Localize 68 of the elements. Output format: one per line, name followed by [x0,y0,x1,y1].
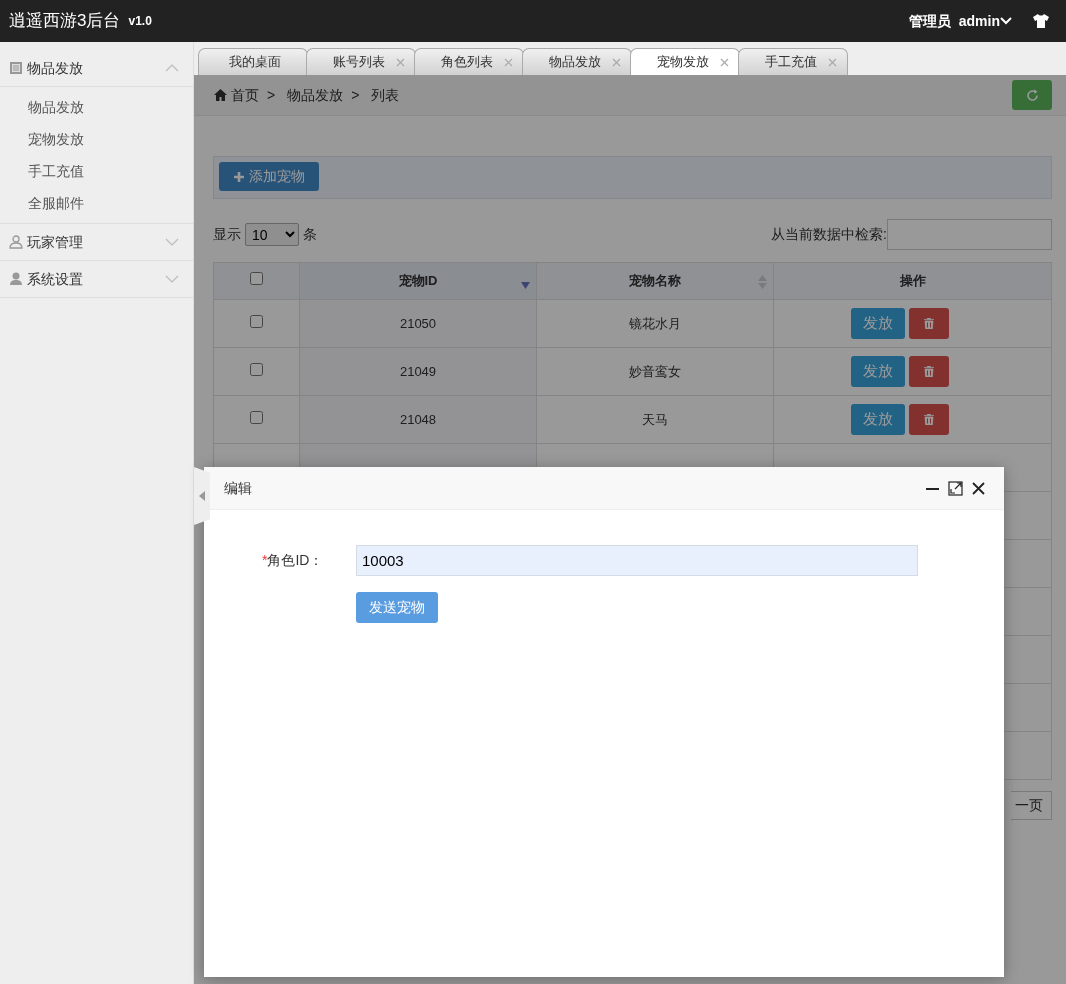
pet-name: 镜花水月 [629,315,681,331]
row-checkbox[interactable] [250,410,263,424]
sidebar-group[interactable]: 系统设置 [0,261,193,298]
breadcrumb-separator: > [267,85,276,105]
pet-id: 21049 [399,363,437,379]
version-label: v1.0 [128,13,152,30]
trash-icon [924,318,934,329]
user-icon [9,271,23,287]
select-all-checkbox[interactable] [250,272,263,286]
length-label: 条 [303,225,317,244]
app-title: 逍遥西游3后台 [9,10,121,33]
column-header[interactable]: 宠物名称 [536,262,774,300]
user-menu[interactable]: admin [958,10,1012,32]
pet-id: 21050 [399,315,437,331]
tab[interactable]: 物品发放 [522,48,632,75]
plus-icon [233,170,245,183]
search-field[interactable] [887,219,1052,250]
page-size-select[interactable]: 10 [245,223,299,246]
refresh-button[interactable] [1012,80,1052,110]
trash-icon [924,366,934,377]
tab[interactable]: 账号列表 [306,48,416,75]
home-icon [214,89,227,101]
close-icon[interactable] [971,480,986,496]
pet-id: 21048 [399,411,437,427]
trash-icon [924,414,934,425]
column-header: 操作 [773,262,1052,300]
sidebar-group[interactable]: 玩家管理 [0,224,193,261]
user-role: 管理员 [908,11,951,31]
row-checkbox[interactable] [250,314,263,328]
tab[interactable]: 手工充值 [738,48,848,75]
triangle-left-icon [199,491,205,501]
sidebar-item[interactable]: 手工充值 [0,155,193,187]
pet-name: 天马 [642,411,668,427]
field-label: *角色ID： [262,551,324,570]
chevron-down-icon [165,274,179,284]
caret-icon [1000,16,1012,26]
user-icon [9,234,23,250]
maximize-icon[interactable] [948,480,963,496]
chevron-down-icon [165,237,179,247]
dialog-title: 编辑 [224,478,252,498]
sidebar-item[interactable]: 物品发放 [0,91,193,123]
delete-button[interactable] [909,308,949,339]
tab[interactable]: 角色列表 [414,48,524,75]
sidebar-group[interactable]: 物品发放 [0,50,193,87]
chevron-up-icon [165,63,179,73]
tab[interactable]: 我的桌面 [198,48,308,75]
pet-name: 妙音鸾女 [629,363,681,379]
breadcrumb-separator: > [351,85,360,105]
role-id-field[interactable]: 10003 [356,545,918,576]
tab[interactable]: 宠物发放 [630,48,740,75]
collapse-handle[interactable] [194,467,210,525]
column-header[interactable]: 宠物ID [299,262,537,300]
delete-button[interactable] [909,404,949,435]
shirt-icon[interactable] [1032,13,1050,29]
next-page-button[interactable]: 一页 [1011,791,1052,820]
refresh-icon [1025,88,1039,102]
row-checkbox[interactable] [250,362,263,376]
sort-desc-icon[interactable] [521,282,530,289]
breadcrumb-link[interactable]: 首页 [231,84,259,106]
search-label: 从当前数据中检索: [771,225,887,244]
book-icon [9,60,23,76]
breadcrumb-link[interactable]: 列表 [371,84,400,106]
length-label: 显示 [213,225,241,244]
required-mark: * [262,552,268,568]
breadcrumb-link[interactable]: 物品发放 [287,84,344,106]
sidebar-item[interactable]: 宠物发放 [0,123,193,155]
delete-button[interactable] [909,356,949,387]
sidebar-item[interactable]: 全服邮件 [0,187,193,219]
